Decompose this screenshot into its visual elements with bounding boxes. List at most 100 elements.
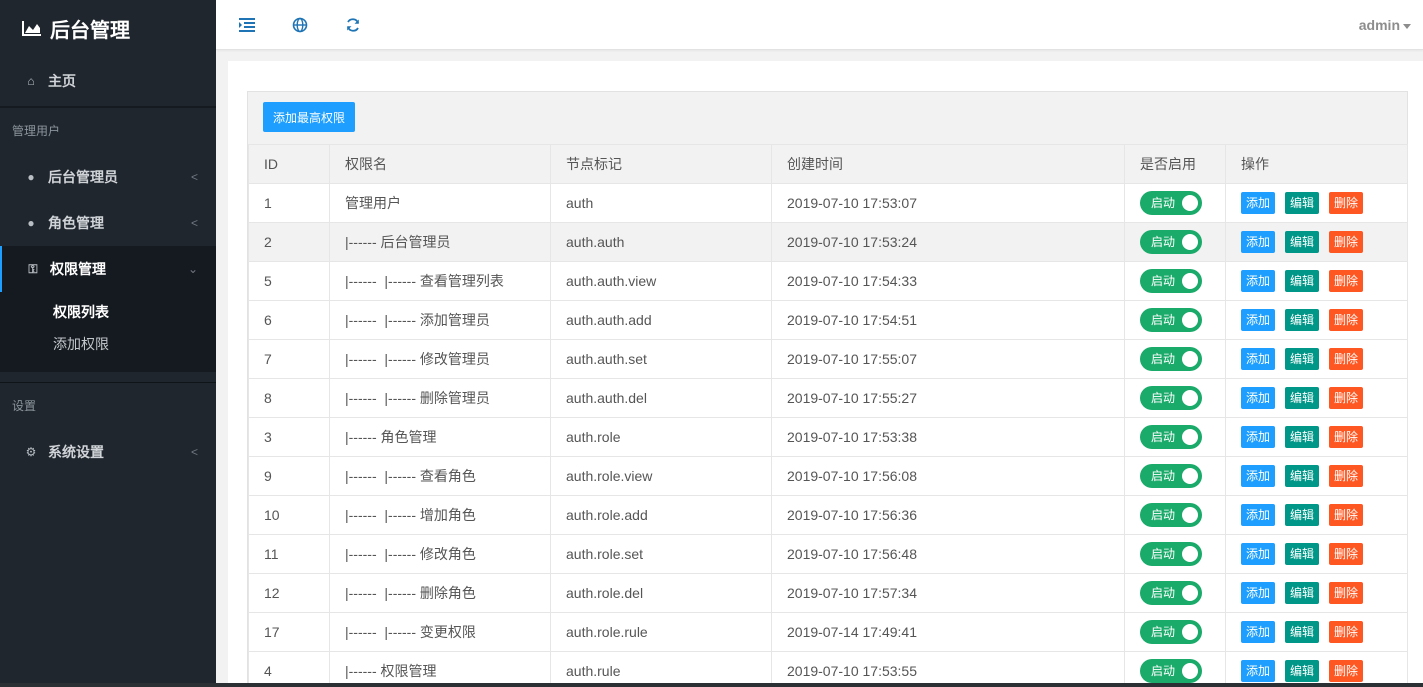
submenu-permissions: 权限列表 添加权限 (0, 292, 216, 372)
gear-icon: ⚙ (25, 445, 37, 459)
row-delete-button[interactable]: 删除 (1329, 231, 1364, 253)
row-add-button[interactable]: 添加 (1241, 543, 1276, 565)
switch-label: 启动 (1151, 664, 1176, 678)
cell-id: 12 (248, 573, 330, 613)
row-delete-button[interactable]: 删除 (1329, 270, 1364, 292)
cell-actions: 添加 编辑 删除 (1225, 612, 1408, 652)
enable-switch[interactable]: 启动 (1140, 230, 1202, 254)
user-menu[interactable]: admin (1359, 17, 1411, 33)
row-delete-button[interactable]: 删除 (1329, 582, 1364, 604)
col-header-name: 权限名 (329, 144, 551, 184)
cell-name: |------ |------ 查看角色 (329, 456, 551, 496)
row-edit-button[interactable]: 编辑 (1285, 231, 1320, 253)
permission-table: ID 权限名 节点标记 创建时间 是否启用 操作 1 管理用户 auth 2019-0… (248, 144, 1408, 687)
brand[interactable]: 后台管理 (0, 0, 216, 56)
enable-switch[interactable]: 启动 (1140, 464, 1202, 488)
cell-time: 2019-07-10 17:56:48 (771, 534, 1125, 574)
cell-id: 7 (248, 339, 330, 379)
sidebar-item-roles[interactable]: ● 角色管理 < (0, 200, 216, 246)
row-edit-button[interactable]: 编辑 (1285, 660, 1320, 682)
row-add-button[interactable]: 添加 (1241, 192, 1276, 214)
row-delete-button[interactable]: 删除 (1329, 504, 1364, 526)
key-icon: ⚿ (28, 261, 38, 276)
row-delete-button[interactable]: 删除 (1329, 660, 1364, 682)
switch-knob (1182, 195, 1198, 211)
row-delete-button[interactable]: 删除 (1329, 309, 1364, 331)
cell-actions: 添加 编辑 删除 (1225, 261, 1408, 301)
row-add-button[interactable]: 添加 (1241, 504, 1276, 526)
enable-switch[interactable]: 启动 (1140, 347, 1202, 371)
row-edit-button[interactable]: 编辑 (1285, 309, 1320, 331)
row-add-button[interactable]: 添加 (1241, 465, 1276, 487)
row-edit-button[interactable]: 编辑 (1285, 270, 1320, 292)
row-add-button[interactable]: 添加 (1241, 348, 1276, 370)
row-add-button[interactable]: 添加 (1241, 309, 1276, 331)
cell-node: auth.role (550, 417, 772, 457)
row-add-button[interactable]: 添加 (1241, 582, 1276, 604)
cell-time: 2019-07-10 17:53:55 (771, 651, 1125, 687)
row-edit-button[interactable]: 编辑 (1285, 543, 1320, 565)
row-add-button[interactable]: 添加 (1241, 387, 1276, 409)
row-add-button[interactable]: 添加 (1241, 660, 1276, 682)
row-delete-button[interactable]: 删除 (1329, 543, 1364, 565)
table-row: 3 |------ 角色管理 auth.role 2019-07-10 17:53:3… (248, 417, 1408, 457)
cell-name: |------ |------ 查看管理列表 (329, 261, 551, 301)
permission-panel: 添加最高权限 ID 权限名 节点标记 创建时间 是否启用 操作 1 管理用户 aut… (247, 91, 1408, 687)
sidebar-subitem-permission-list[interactable]: 权限列表 (0, 296, 216, 328)
cell-time: 2019-07-10 17:53:38 (771, 417, 1125, 457)
row-add-button[interactable]: 添加 (1241, 621, 1276, 643)
row-add-button[interactable]: 添加 (1241, 231, 1276, 253)
switch-label: 启动 (1151, 547, 1176, 561)
row-edit-button[interactable]: 编辑 (1285, 504, 1320, 526)
cell-node: auth.role.rule (550, 612, 772, 652)
switch-knob (1182, 468, 1198, 484)
sidebar-item-permissions[interactable]: ⚿ 权限管理 ⌄ (0, 246, 216, 292)
enable-switch[interactable]: 启动 (1140, 308, 1202, 332)
row-delete-button[interactable]: 删除 (1329, 621, 1364, 643)
col-header-actions: 操作 (1225, 144, 1408, 184)
row-delete-button[interactable]: 删除 (1329, 192, 1364, 214)
cell-name: |------ 权限管理 (329, 651, 551, 687)
nav-home[interactable]: ⌂ 主页 (0, 56, 216, 108)
enable-switch[interactable]: 启动 (1140, 269, 1202, 293)
row-delete-button[interactable]: 删除 (1329, 426, 1364, 448)
row-edit-button[interactable]: 编辑 (1285, 465, 1320, 487)
switch-knob (1182, 624, 1198, 640)
cell-enabled: 启动 (1124, 300, 1226, 340)
sidebar-item-settings[interactable]: ⚙ 系统设置 < (0, 429, 216, 475)
table-row: 8 |------ |------ 删除管理员 auth.auth.del 2019-… (248, 378, 1408, 418)
enable-switch[interactable]: 启动 (1140, 659, 1202, 683)
row-delete-button[interactable]: 删除 (1329, 348, 1364, 370)
row-edit-button[interactable]: 编辑 (1285, 426, 1320, 448)
enable-switch[interactable]: 启动 (1140, 191, 1202, 215)
sidebar-subitem-add-permission[interactable]: 添加权限 (0, 328, 216, 360)
indent-toggle-icon[interactable] (238, 16, 256, 34)
horizontal-scrollbar[interactable] (0, 683, 1423, 687)
row-edit-button[interactable]: 编辑 (1285, 192, 1320, 214)
row-edit-button[interactable]: 编辑 (1285, 621, 1320, 643)
sidebar-item-admins[interactable]: ● 后台管理员 < (0, 154, 216, 200)
row-delete-button[interactable]: 删除 (1329, 465, 1364, 487)
cell-node: auth.auth.set (550, 339, 772, 379)
cell-enabled: 启动 (1124, 456, 1226, 496)
enable-switch[interactable]: 启动 (1140, 503, 1202, 527)
enable-switch[interactable]: 启动 (1140, 542, 1202, 566)
row-edit-button[interactable]: 编辑 (1285, 348, 1320, 370)
enable-switch[interactable]: 启动 (1140, 581, 1202, 605)
row-add-button[interactable]: 添加 (1241, 426, 1276, 448)
row-delete-button[interactable]: 删除 (1329, 387, 1364, 409)
row-edit-button[interactable]: 编辑 (1285, 582, 1320, 604)
switch-knob (1182, 234, 1198, 250)
switch-label: 启动 (1151, 352, 1176, 366)
row-add-button[interactable]: 添加 (1241, 270, 1276, 292)
table-row: 7 |------ |------ 修改管理员 auth.auth.set 2019-… (248, 339, 1408, 379)
enable-switch[interactable]: 启动 (1140, 386, 1202, 410)
refresh-icon[interactable] (344, 16, 362, 34)
enable-switch[interactable]: 启动 (1140, 620, 1202, 644)
section-settings: 设置 (12, 399, 37, 413)
globe-icon[interactable] (291, 16, 309, 34)
enable-switch[interactable]: 启动 (1140, 425, 1202, 449)
row-edit-button[interactable]: 编辑 (1285, 387, 1320, 409)
add-top-permission-button[interactable]: 添加最高权限 (263, 102, 356, 132)
cell-id: 11 (248, 534, 330, 574)
